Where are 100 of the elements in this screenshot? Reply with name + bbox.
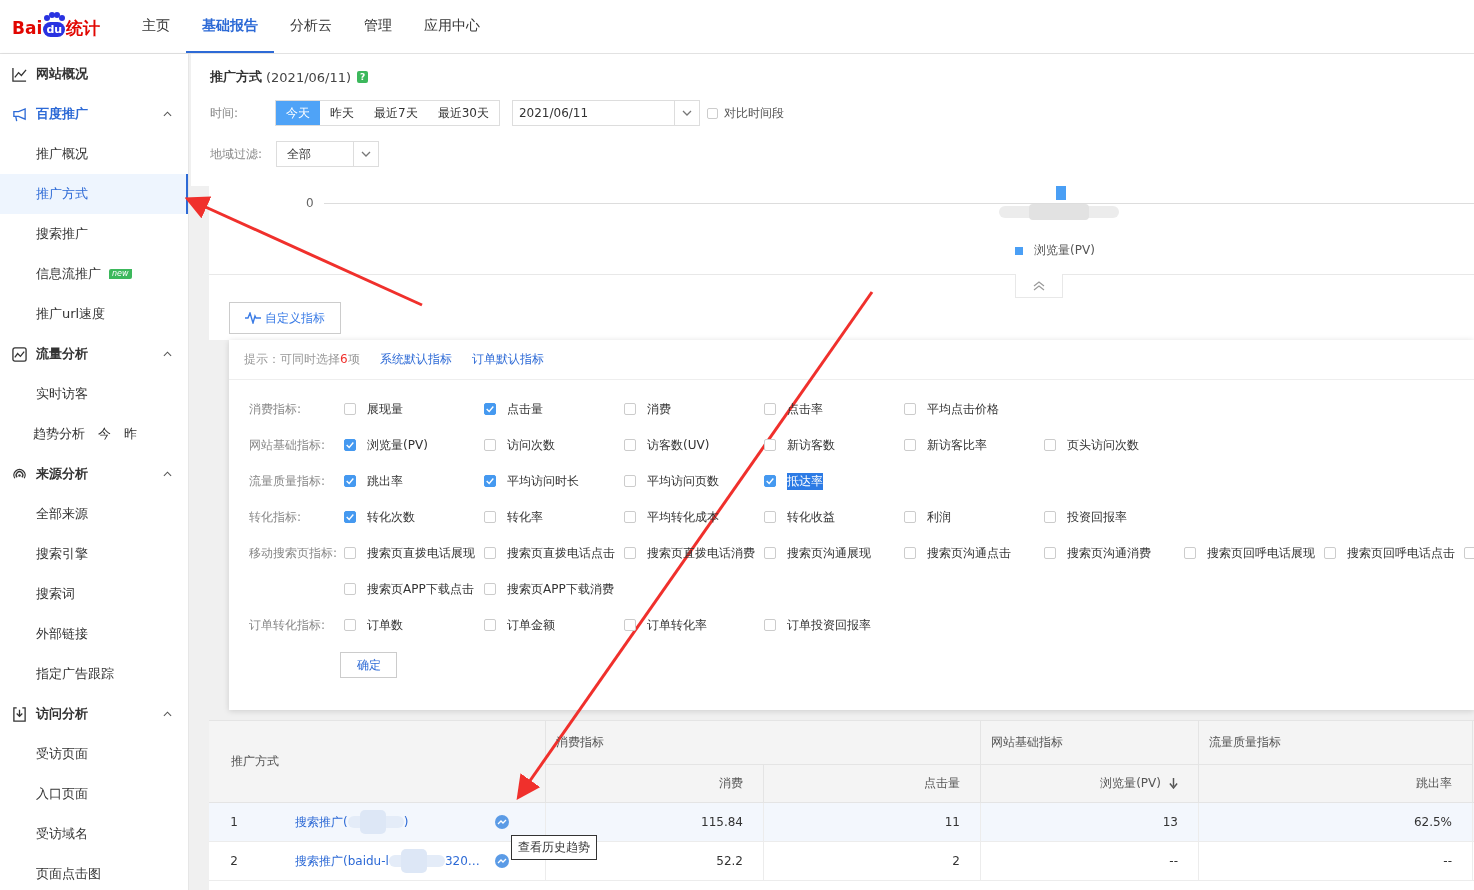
checkbox[interactable]: [1464, 547, 1474, 559]
group-label: 网站基础指标:: [249, 437, 326, 452]
logo[interactable]: Bai du 统计: [0, 0, 120, 53]
sidebar-item[interactable]: 推广方式: [36, 185, 88, 203]
custom-metrics-button[interactable]: 自定义指标: [229, 302, 341, 334]
checkbox-label: 搜索页直拨电话点击: [507, 544, 615, 562]
column-header[interactable]: 跳出率: [1199, 765, 1473, 802]
checkbox[interactable]: [904, 439, 916, 451]
column-header[interactable]: 消费: [546, 765, 764, 802]
sidebar-item[interactable]: 全部来源: [36, 505, 88, 523]
checkbox[interactable]: [1184, 547, 1196, 559]
checkbox[interactable]: [764, 475, 776, 487]
chevron-down-icon: [361, 151, 371, 157]
checkbox-label: 转化收益: [787, 508, 835, 526]
checkbox[interactable]: [484, 619, 496, 631]
checkbox[interactable]: [706, 107, 718, 119]
row-link[interactable]: 320…: [444, 854, 480, 868]
checkbox[interactable]: [484, 511, 496, 523]
checkbox[interactable]: [1044, 439, 1056, 451]
sidebar-section[interactable]: 访问分析: [0, 694, 188, 734]
sidebar-section[interactable]: 网站概况: [0, 54, 188, 94]
shortcut-link[interactable]: 今: [98, 425, 111, 443]
row-link[interactable]: 搜索推广(: [295, 813, 348, 831]
caret-icon: [163, 471, 172, 477]
sidebar-item[interactable]: 受访页面: [36, 745, 88, 763]
nav-tab[interactable]: 分析云: [274, 0, 348, 53]
hint-text: 提示：可同时选择6项: [244, 351, 360, 368]
checkbox[interactable]: [484, 475, 496, 487]
checkbox[interactable]: [344, 439, 356, 451]
checkbox[interactable]: [484, 439, 496, 451]
region-select[interactable]: 全部: [276, 141, 379, 167]
checkbox-label: 展现量: [367, 400, 403, 418]
checkbox[interactable]: [624, 475, 636, 487]
checkbox[interactable]: [1044, 547, 1056, 559]
nav-tab[interactable]: 管理: [348, 0, 408, 53]
region-label: 地域过滤:: [210, 145, 264, 163]
column-header[interactable]: 浏览量(PV): [981, 765, 1199, 802]
sidebar-item[interactable]: 搜索词: [36, 585, 75, 603]
preset-link[interactable]: 订单默认指标: [471, 351, 544, 368]
checkbox[interactable]: [904, 511, 916, 523]
checkbox[interactable]: [484, 403, 496, 415]
sidebar-item[interactable]: 趋势分析: [33, 425, 85, 443]
checkbox[interactable]: [624, 619, 636, 631]
sidebar-item[interactable]: 受访域名: [36, 825, 88, 843]
sidebar-section[interactable]: 流量分析: [0, 334, 188, 374]
row-link[interactable]: 搜索推广(baidu-l: [295, 852, 389, 870]
nav-tab[interactable]: 应用中心: [408, 0, 496, 53]
checkbox[interactable]: [624, 511, 636, 523]
checkbox[interactable]: [624, 403, 636, 415]
checkbox[interactable]: [1324, 547, 1336, 559]
row-link[interactable]: ): [403, 815, 409, 829]
checkbox[interactable]: [624, 439, 636, 451]
column-group-header: 流量质量指标: [1209, 734, 1281, 751]
sidebar-item[interactable]: 推广url速度: [36, 305, 106, 323]
sidebar-item[interactable]: 指定广告跟踪: [36, 665, 114, 683]
sidebar-item[interactable]: 搜索引擎: [36, 545, 88, 563]
shortcut-link[interactable]: 昨: [124, 425, 137, 443]
preset-link[interactable]: 系统默认指标: [379, 351, 452, 368]
sidebar-section[interactable]: 来源分析: [0, 454, 188, 494]
checkbox[interactable]: [764, 547, 776, 559]
checkbox-label: 新访客比率: [927, 436, 987, 454]
checkbox[interactable]: [484, 583, 496, 595]
confirm-button[interactable]: 确定: [340, 652, 397, 678]
collapse-button[interactable]: [1015, 274, 1063, 298]
checkbox[interactable]: [344, 403, 356, 415]
checkbox[interactable]: [764, 619, 776, 631]
checkbox-label: 订单投资回报率: [787, 616, 871, 634]
checkbox[interactable]: [764, 403, 776, 415]
sidebar-item[interactable]: 页面点击图: [36, 865, 101, 883]
sidebar-section[interactable]: 百度推广: [0, 94, 188, 134]
checkbox[interactable]: [764, 439, 776, 451]
checkbox[interactable]: [344, 511, 356, 523]
trend-icon[interactable]: [495, 815, 509, 829]
checkbox[interactable]: [344, 619, 356, 631]
checkbox[interactable]: [344, 547, 356, 559]
compare-label: 对比时间段: [723, 104, 784, 122]
trend-icon[interactable]: [495, 854, 509, 868]
checkbox-label: 搜索页APP下载点击: [367, 580, 474, 598]
checkbox[interactable]: [904, 547, 916, 559]
checkbox[interactable]: [484, 547, 496, 559]
column-group-header: 网站基础指标: [991, 734, 1063, 751]
column-header[interactable]: 点击量: [764, 765, 981, 802]
sidebar-item[interactable]: 入口页面: [36, 785, 88, 803]
date-picker[interactable]: 2021/06/11: [511, 100, 700, 126]
checkbox[interactable]: [344, 583, 356, 595]
checkbox[interactable]: [764, 511, 776, 523]
checkbox[interactable]: [1044, 511, 1056, 523]
checkbox-label: 平均点击价格: [927, 400, 999, 418]
nav-tab[interactable]: 主页: [126, 0, 186, 53]
checkbox[interactable]: [904, 403, 916, 415]
sidebar-item[interactable]: 信息流推广: [36, 265, 101, 283]
chevron-down-icon: [681, 110, 692, 116]
checkbox-label: 搜索页回呼电话点击: [1347, 544, 1455, 562]
sidebar-item[interactable]: 实时访客: [36, 385, 88, 403]
sidebar-item[interactable]: 外部链接: [36, 625, 88, 643]
sidebar-item[interactable]: 搜索推广: [36, 225, 88, 243]
checkbox[interactable]: [344, 475, 356, 487]
page-title: 推广方式: [210, 68, 262, 86]
sidebar-item[interactable]: 推广概况: [36, 145, 88, 163]
checkbox[interactable]: [624, 547, 636, 559]
